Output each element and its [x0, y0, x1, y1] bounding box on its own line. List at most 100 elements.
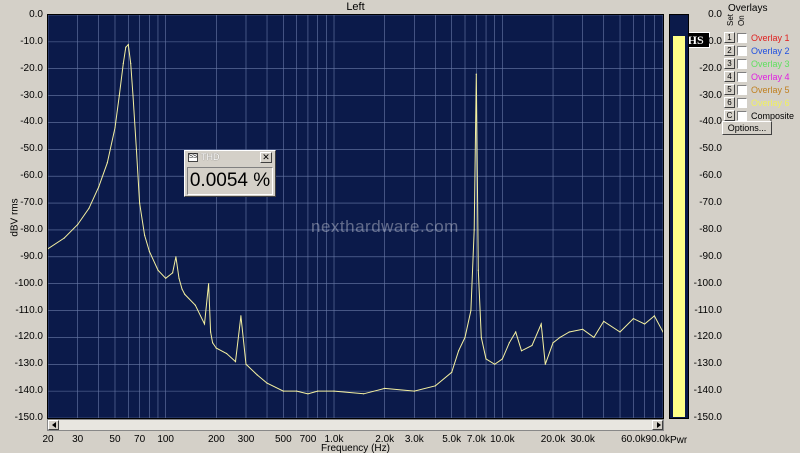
- overlay-on-checkbox[interactable]: [737, 72, 747, 82]
- thd-readout-window[interactable]: SS THD ✕ 0.0054 %: [184, 150, 276, 197]
- x-axis-label: Frequency (Hz): [321, 443, 390, 453]
- y-tick-label: -30.0: [20, 89, 43, 101]
- series-point: [333, 390, 335, 392]
- series-point: [603, 320, 605, 322]
- series-point: [282, 390, 284, 392]
- series-point: [234, 361, 237, 363]
- y-tick-label: -110.0: [15, 304, 43, 316]
- series-point: [520, 350, 523, 352]
- window-title: Left: [346, 1, 365, 13]
- series-point: [296, 390, 298, 392]
- overlay-on-checkbox[interactable]: [737, 98, 747, 108]
- overlays-title: Overlays: [728, 3, 768, 14]
- meter-tick-label: -120.0: [693, 331, 722, 343]
- series-point: [63, 237, 65, 239]
- series-point: [212, 342, 214, 344]
- spectrum-plot[interactable]: PHS nexthardware.com: [47, 14, 710, 419]
- horizontal-scrollbar[interactable]: [47, 419, 664, 431]
- series-point: [451, 371, 453, 373]
- series-point: [317, 390, 319, 392]
- meter-tick-label: 0.0: [708, 9, 722, 20]
- y-tick-label: -10.0: [20, 35, 43, 47]
- series-point: [544, 363, 546, 365]
- meter-tick-label: -70.0: [699, 197, 722, 209]
- y-tick-label: -20.0: [20, 62, 43, 74]
- series-point: [593, 336, 595, 338]
- y-tick-label: -40.0: [20, 116, 43, 128]
- y-tick-label: -70.0: [20, 197, 43, 209]
- overlay-set-button[interactable]: 4: [724, 71, 735, 82]
- meter-tick-label: -150.0: [693, 412, 722, 423]
- series-point: [266, 382, 268, 384]
- series-point: [122, 62, 124, 64]
- power-meter: [669, 14, 689, 419]
- series-point: [531, 344, 533, 347]
- overlay-on-checkbox[interactable]: [737, 46, 747, 56]
- overlay-label: Overlay 6: [751, 98, 790, 108]
- series-point: [106, 162, 108, 164]
- overlays-col-set: Set: [726, 13, 735, 26]
- meter-tick-label: -140.0: [693, 385, 722, 397]
- series-point: [125, 46, 127, 48]
- meter-tick-label: -20.0: [699, 62, 722, 74]
- series-point: [480, 336, 482, 338]
- series-point: [632, 318, 635, 320]
- overlay-set-button[interactable]: 5: [724, 84, 735, 95]
- y-tick-label: -80.0: [20, 223, 43, 235]
- y-axis-label: dBV rms: [9, 198, 21, 237]
- scroll-right-button[interactable]: [652, 420, 663, 430]
- series-point: [501, 358, 503, 360]
- overlay-on-checkbox[interactable]: [737, 111, 747, 121]
- overlay-on-checkbox[interactable]: [737, 85, 747, 95]
- meter-tick-label: -100.0: [693, 277, 722, 289]
- overlay-label: Overlay 4: [751, 72, 790, 82]
- overlay-on-checkbox[interactable]: [737, 59, 747, 69]
- series-point: [363, 393, 365, 395]
- series-point: [552, 342, 554, 344]
- overlay-set-button[interactable]: C: [724, 110, 735, 121]
- series-point: [434, 385, 436, 387]
- overlay-set-button[interactable]: 1: [724, 32, 735, 43]
- y-tick-label: -150.0: [14, 412, 43, 423]
- series-point: [644, 323, 646, 325]
- overlay-row: 4 Overlay 4: [724, 71, 800, 83]
- series-point: [77, 224, 79, 226]
- overlay-label: Overlay 1: [751, 33, 790, 43]
- overlay-on-checkbox[interactable]: [737, 33, 747, 43]
- overlay-row: 5 Overlay 5: [724, 84, 800, 96]
- overlay-set-button[interactable]: 6: [724, 97, 735, 108]
- overlay-label: Overlay 2: [751, 46, 790, 56]
- series-point: [384, 387, 386, 389]
- overlay-row: 2 Overlay 2: [724, 45, 800, 57]
- series-point: [148, 250, 150, 252]
- options-button[interactable]: Options...: [722, 121, 772, 135]
- series-point: [203, 323, 206, 325]
- series-point: [130, 62, 132, 64]
- close-icon[interactable]: ✕: [260, 152, 272, 163]
- thd-titlebar[interactable]: SS THD ✕: [186, 152, 274, 164]
- series-point: [515, 331, 517, 333]
- overlay-set-button[interactable]: 3: [724, 58, 735, 69]
- series-point: [139, 202, 141, 204]
- meter-tick-label: -50.0: [699, 143, 722, 155]
- series-point: [215, 347, 217, 349]
- meter-tick-label: -30.0: [699, 89, 722, 101]
- series-point: [172, 272, 174, 274]
- y-tick-label: -120.0: [14, 331, 43, 343]
- y-tick-label: -140.0: [14, 385, 43, 397]
- scroll-left-button[interactable]: [48, 420, 59, 430]
- overlays-col-on: On: [737, 15, 746, 26]
- y-tick-label: -130.0: [14, 358, 43, 370]
- series-point: [256, 374, 258, 376]
- series-point: [413, 390, 415, 392]
- series-point: [619, 331, 621, 333]
- thd-value: 0.0054 %: [187, 167, 273, 195]
- overlay-set-button[interactable]: 2: [724, 45, 735, 56]
- series-point: [485, 358, 487, 360]
- series-point: [114, 127, 116, 129]
- series-point: [135, 148, 137, 150]
- overlay-row: 3 Overlay 3: [724, 58, 800, 70]
- series-point: [210, 331, 212, 333]
- series-point: [127, 44, 129, 46]
- power-meter-fill: [673, 35, 685, 417]
